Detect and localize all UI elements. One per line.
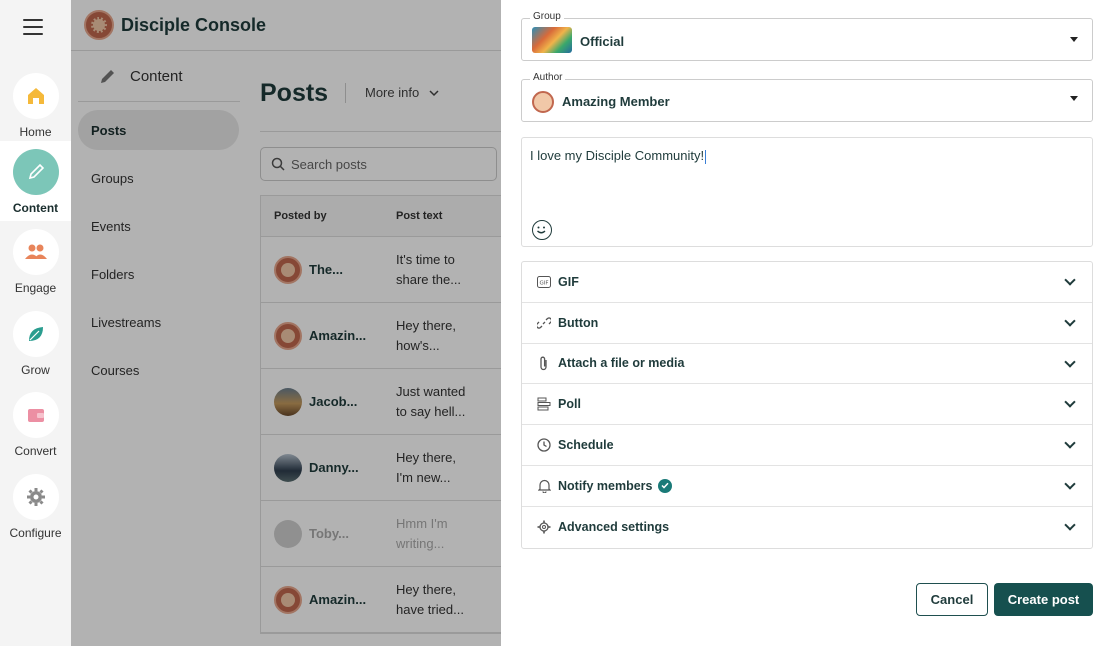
nav-grow[interactable]: Grow [0,303,71,383]
section-schedule[interactable]: Schedule [522,425,1092,466]
author-select[interactable]: Author Amazing Member [521,72,1093,122]
nav-engage-label: Engage [14,281,57,295]
group-value: Official [580,34,625,49]
nav-home-label: Home [19,125,52,139]
section-gif[interactable]: GIF GIF [522,262,1092,303]
section-poll-label: Poll [558,397,581,412]
gear-icon [536,519,552,535]
post-text-content: I love my Disciple Community! [530,148,705,163]
nav-content-label: Content [12,201,59,215]
link-icon [536,315,552,331]
create-post-panel: Group Official Author Amazing Member I l… [501,0,1110,646]
gif-icon: GIF [536,274,552,290]
wallet-icon [12,392,59,438]
nav-engage[interactable]: Engage [0,221,71,301]
section-schedule-label: Schedule [558,438,614,453]
svg-text:GIF: GIF [539,280,548,286]
post-text-editor[interactable]: I love my Disciple Community! [521,137,1093,247]
cancel-button[interactable]: Cancel [916,583,988,616]
pencil-icon [12,149,59,195]
emoji-icon[interactable] [532,220,552,240]
create-post-button[interactable]: Create post [994,583,1093,616]
group-select[interactable]: Group Official [521,11,1093,61]
avatar [532,91,554,113]
nav-convert[interactable]: Convert [0,384,71,464]
text-cursor [705,149,707,164]
leaf-icon [12,311,59,357]
section-poll[interactable]: Poll [522,384,1092,426]
chevron-down-icon [1064,437,1076,449]
caret-down-icon [1070,37,1078,42]
paperclip-icon [536,355,552,371]
post-options: GIF GIF Button Attach a file or media Po… [521,261,1093,549]
author-label: Author [530,72,566,83]
section-notify[interactable]: Notify members [522,466,1092,507]
section-attach[interactable]: Attach a file or media [522,344,1092,385]
chevron-down-icon [1064,274,1076,286]
section-advanced-label: Advanced settings [558,520,670,535]
group-thumbnail [532,27,572,53]
poll-icon [536,396,552,412]
home-icon [12,73,59,119]
nav-configure[interactable]: Configure [0,466,71,546]
post-text: I love my Disciple Community! [530,148,707,164]
group-label: Group [530,11,564,22]
nav-configure-label: Configure [9,526,62,540]
section-advanced[interactable]: Advanced settings [522,507,1092,548]
people-icon [12,229,59,275]
modal-backdrop[interactable] [71,0,572,646]
nav-grow-label: Grow [21,363,50,377]
left-rail: Home Content Engage Grow Convert Configu… [0,0,71,646]
section-gif-label: GIF [558,274,579,289]
chevron-down-icon [1064,315,1076,327]
bell-icon [536,478,552,494]
nav-home[interactable]: Home [0,65,71,145]
clock-icon [536,437,552,453]
chevron-down-icon [1064,519,1076,531]
caret-down-icon [1070,96,1078,101]
nav-convert-label: Convert [14,444,57,458]
section-button[interactable]: Button [522,303,1092,344]
check-circle-icon [658,478,673,493]
nav-content[interactable]: Content [0,141,71,221]
section-attach-label: Attach a file or media [558,356,685,371]
section-notify-label: Notify members [558,478,653,493]
author-value: Amazing Member [562,94,670,109]
chevron-down-icon [1064,396,1076,409]
chevron-down-icon [1064,478,1076,490]
section-button-label: Button [558,315,599,330]
chevron-down-icon [1064,355,1076,368]
menu-icon[interactable] [23,19,43,35]
gear-icon [12,474,59,520]
